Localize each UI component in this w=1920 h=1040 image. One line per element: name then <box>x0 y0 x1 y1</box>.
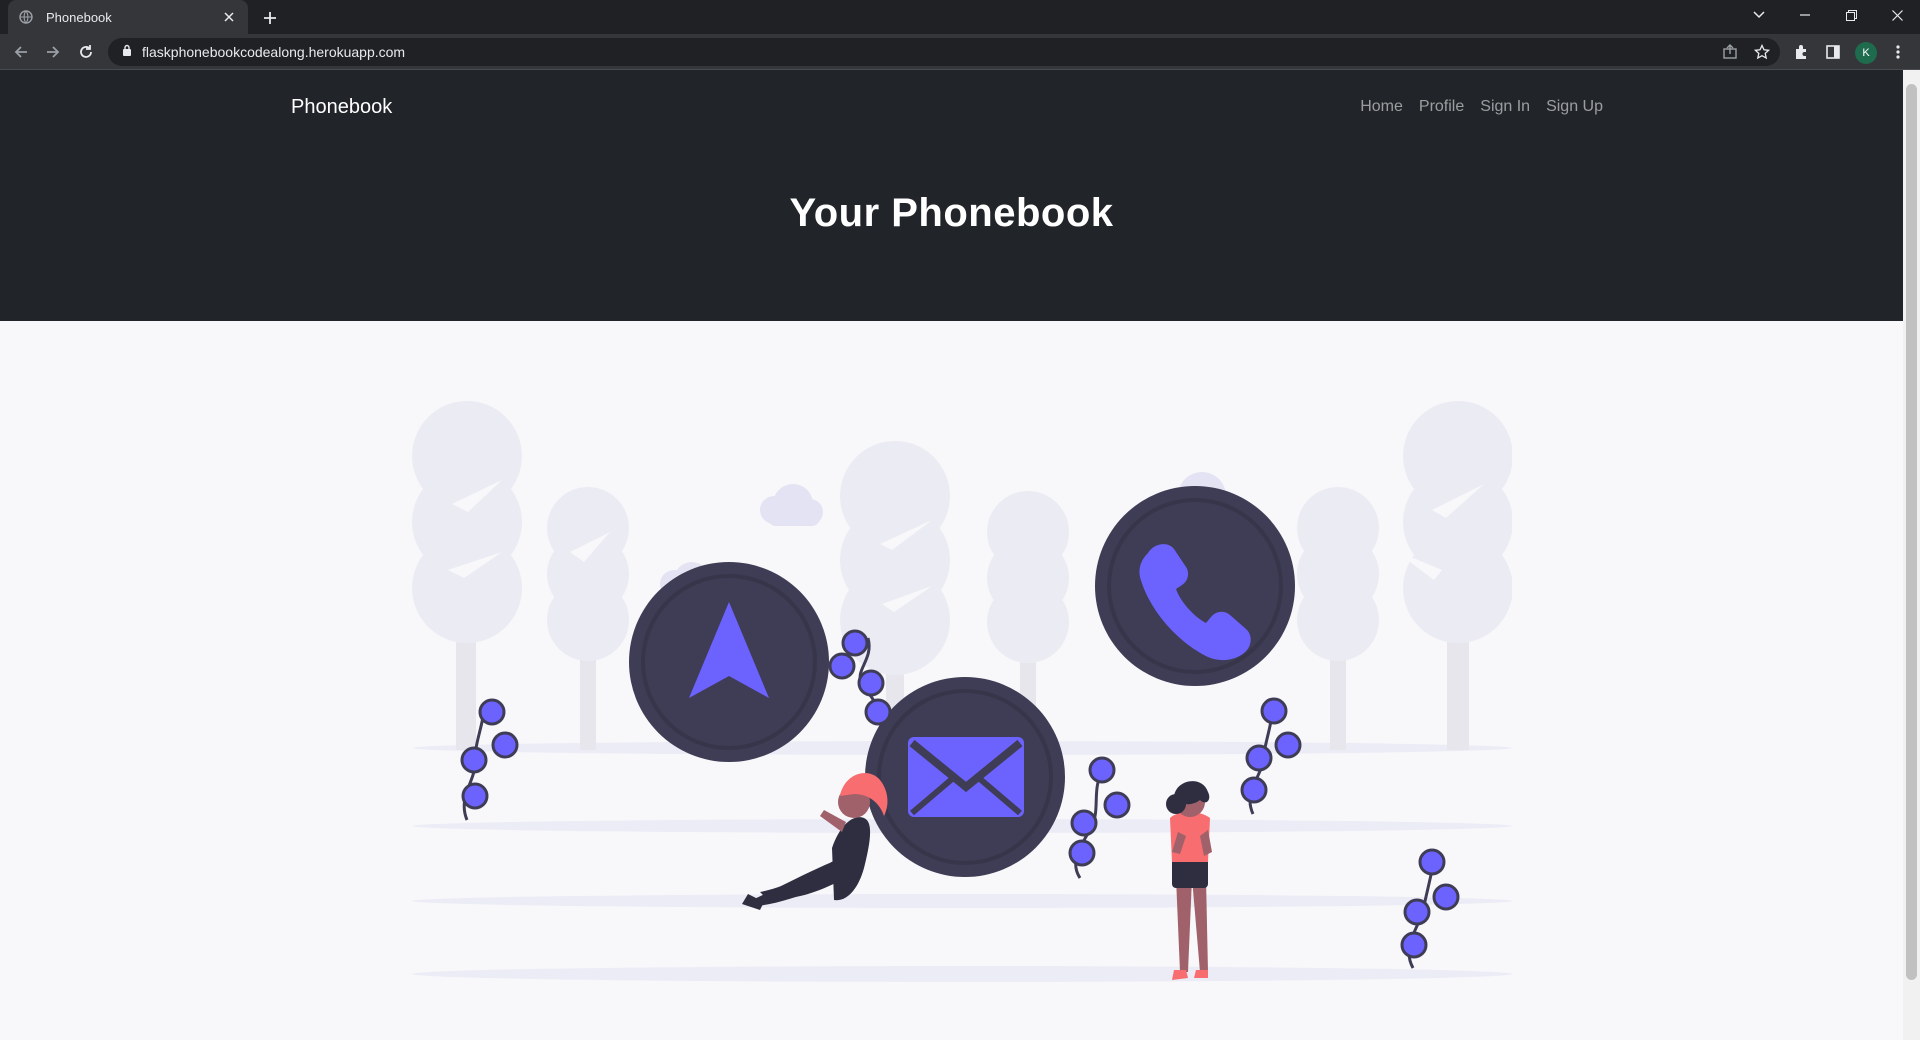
nav-link-home[interactable]: Home <box>1360 98 1403 116</box>
minimize-icon[interactable] <box>1782 0 1828 30</box>
site-navbar: Phonebook Home Profile Sign In Sign Up <box>0 70 1903 141</box>
plant <box>1400 848 1460 969</box>
browser-window: Phonebook flaskphonebookcodealong.heroku… <box>0 0 1920 1040</box>
back-icon[interactable] <box>9 40 33 64</box>
kebab-menu-icon[interactable] <box>1886 40 1910 64</box>
sitting-woman-figure <box>742 773 888 910</box>
bookmark-star-icon[interactable] <box>1750 40 1774 64</box>
plant <box>1068 756 1131 879</box>
url-text: flaskphonebookcodealong.herokuapp.com <box>142 44 406 60</box>
scrollbar-thumb[interactable] <box>1906 84 1917 980</box>
tab-title: Phonebook <box>46 9 112 25</box>
plant <box>1240 697 1302 815</box>
browser-toolbar: flaskphonebookcodealong.herokuapp.com K <box>0 34 1920 70</box>
forward-icon[interactable] <box>41 40 65 64</box>
new-tab-icon[interactable] <box>258 6 282 30</box>
hero-banner: Your Phonebook <box>0 141 1903 321</box>
page-scrollbar[interactable] <box>1903 70 1920 1040</box>
mail-circle <box>865 677 1065 877</box>
address-bar[interactable]: flaskphonebookcodealong.herokuapp.com <box>108 38 1780 66</box>
navbar-brand[interactable]: Phonebook <box>291 96 392 119</box>
restore-icon[interactable] <box>1828 0 1874 30</box>
tree <box>547 487 629 750</box>
close-window-icon[interactable] <box>1874 0 1920 30</box>
phone-circle <box>1095 486 1295 686</box>
lock-icon <box>122 43 132 61</box>
profile-avatar[interactable]: K <box>1855 42 1877 64</box>
extensions-icon[interactable] <box>1789 40 1813 64</box>
nav-link-sign-up[interactable]: Sign Up <box>1546 98 1603 116</box>
tab-strip: Phonebook <box>0 0 1920 34</box>
nav-link-sign-in[interactable]: Sign In <box>1480 98 1530 116</box>
cloud <box>760 484 823 526</box>
nav-links: Home Profile Sign In Sign Up <box>1360 98 1603 116</box>
globe-icon <box>18 9 34 25</box>
side-panel-icon[interactable] <box>1821 40 1845 64</box>
reload-icon[interactable] <box>74 40 98 64</box>
nav-link-profile[interactable]: Profile <box>1419 98 1464 116</box>
tab-search-icon[interactable] <box>1736 0 1782 30</box>
contact-illustration <box>412 401 1512 982</box>
browser-tab[interactable]: Phonebook <box>8 0 248 34</box>
tree <box>1297 487 1379 750</box>
envelope-icon <box>908 737 1024 817</box>
standing-woman-figure <box>1166 781 1212 980</box>
share-icon[interactable] <box>1718 40 1742 64</box>
tree <box>1403 401 1512 750</box>
page-viewport: Phonebook Home Profile Sign In Sign Up Y… <box>0 70 1903 1040</box>
navigation-circle <box>629 562 829 762</box>
page-title: Your Phonebook <box>789 190 1114 235</box>
close-tab-icon[interactable] <box>220 8 238 26</box>
